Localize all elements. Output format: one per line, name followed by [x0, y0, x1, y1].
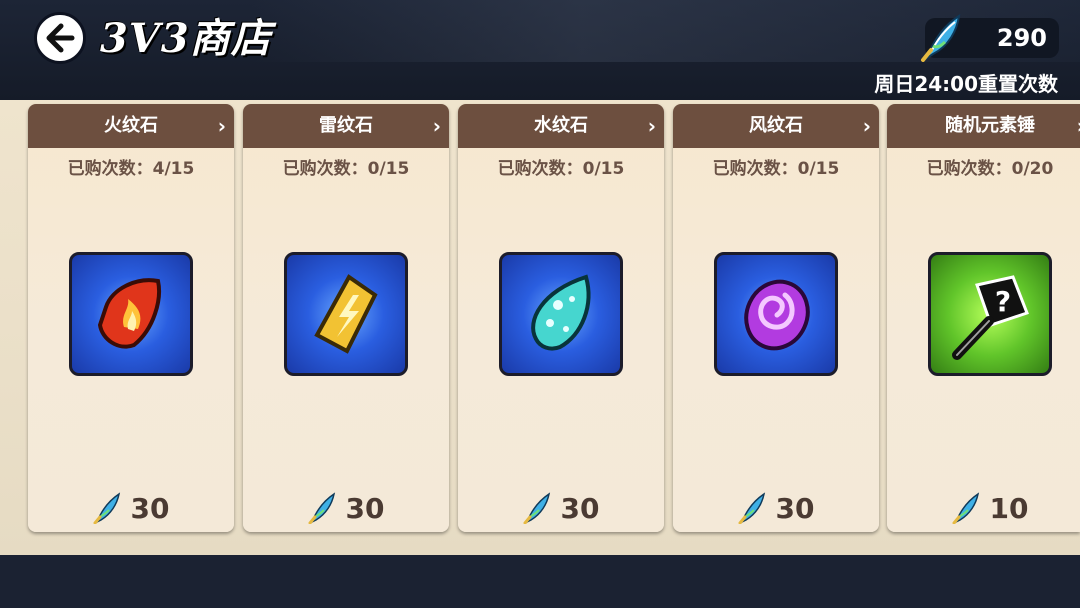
card-title: 水纹石 — [534, 115, 588, 136]
shop-card-thunder-rune[interactable]: 雷纹石 › 已购次数：0/15 30 — [243, 104, 449, 532]
card-title: 随机元素锤 — [945, 115, 1035, 136]
fire-rune-stone-icon — [97, 278, 161, 349]
card-header: 水纹石 › — [458, 104, 664, 148]
price-value: 30 — [775, 491, 815, 525]
shop-card-fire-rune[interactable]: 火纹石 › 已购次数：4/15 30 — [28, 104, 234, 532]
price-row: 30 — [673, 488, 879, 528]
shop-card-wind-rune[interactable]: 风纹石 › 已购次数：0/15 30 — [673, 104, 879, 532]
item-frame[interactable]: ? — [928, 252, 1052, 376]
blue-feather-icon — [952, 492, 979, 524]
item-frame[interactable] — [284, 252, 408, 376]
card-title: 火纹石 — [104, 115, 158, 136]
blue-feather-icon — [93, 492, 120, 524]
price-value: 30 — [560, 491, 600, 525]
price-row: 10 — [887, 488, 1080, 528]
purchase-count: 已购次数：0/15 — [712, 159, 840, 179]
shop-card-water-rune[interactable]: 水纹石 › 已购次数：0/15 30 — [458, 104, 664, 532]
purchase-count: 已购次数：0/15 — [282, 159, 410, 179]
mystery-hammer-icon: ? — [952, 275, 1029, 360]
chevron-right-icon: › — [862, 114, 871, 138]
chevron-right-icon: › — [432, 114, 441, 138]
item-frame[interactable] — [714, 252, 838, 376]
currency-amount: 290 — [996, 24, 1047, 52]
chevron-right-icon: › — [647, 114, 656, 138]
item-frame[interactable] — [499, 252, 623, 376]
blue-feather-icon — [308, 492, 335, 524]
page-title: 3V3商店 — [100, 15, 272, 62]
reset-notice: 周日24:00重置次数 — [874, 72, 1058, 96]
price-value: 30 — [130, 491, 170, 525]
left-arrow-icon — [46, 23, 75, 53]
card-header: 火纹石 › — [28, 104, 234, 148]
shop-card-random-hammer[interactable]: 随机元素锤 › 已购次数：0/20 ? 10 — [887, 104, 1080, 532]
price-value: 10 — [989, 491, 1029, 525]
price-value: 30 — [345, 491, 385, 525]
item-frame[interactable] — [69, 252, 193, 376]
blue-feather-icon — [738, 492, 765, 524]
purchase-count: 已购次数：0/15 — [497, 159, 625, 179]
currency-display: 290 — [921, 14, 1059, 62]
wind-rune-stone-icon — [744, 279, 810, 351]
card-title: 雷纹石 — [319, 115, 373, 136]
price-row: 30 — [28, 488, 234, 528]
back-button[interactable] — [34, 12, 86, 64]
blue-feather-icon — [523, 492, 550, 524]
price-row: 30 — [243, 488, 449, 528]
purchase-count: 已购次数：4/15 — [67, 159, 195, 179]
svg-text:?: ? — [995, 285, 1011, 318]
card-title: 风纹石 — [749, 115, 803, 136]
water-rune-stone-icon — [531, 274, 591, 351]
bottom-bar — [0, 555, 1080, 608]
blue-feather-icon — [921, 14, 961, 62]
card-header: 雷纹石 › — [243, 104, 449, 148]
card-header: 风纹石 › — [673, 104, 879, 148]
thunder-rune-stone-icon — [314, 274, 378, 354]
price-row: 30 — [458, 488, 664, 528]
purchase-count: 已购次数：0/20 — [926, 159, 1054, 179]
card-header: 随机元素锤 › — [887, 104, 1080, 148]
chevron-right-icon: › — [217, 114, 226, 138]
